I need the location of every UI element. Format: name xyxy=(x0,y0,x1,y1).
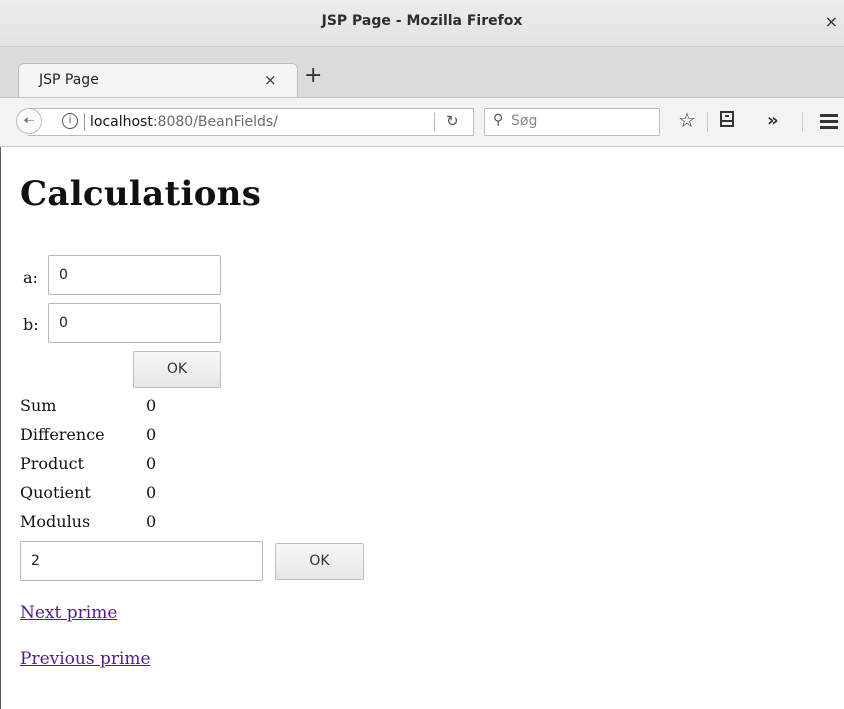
tab-label: JSP Page xyxy=(39,72,99,88)
back-icon[interactable]: 🠠 xyxy=(16,108,42,134)
nav-bar: i localhost:8080/BeanFields/ ↻ 🠠 ⚲ Søg ☆… xyxy=(0,97,844,147)
result-label-product: Product xyxy=(20,454,84,473)
library-icon[interactable] xyxy=(720,111,734,127)
previous-prime-link[interactable]: Previous prime xyxy=(20,649,151,669)
result-label-modulus: Modulus xyxy=(20,512,91,531)
field-a-input[interactable]: 0 xyxy=(48,255,221,295)
toolbar-separator xyxy=(707,112,708,132)
menu-icon[interactable] xyxy=(820,114,838,129)
window-title: JSP Page - Mozilla Firefox xyxy=(321,13,523,29)
url-separator xyxy=(84,113,85,131)
url-host: localhost xyxy=(90,114,153,130)
prime-input[interactable]: 2 xyxy=(20,541,263,581)
next-prime-link[interactable]: Next prime xyxy=(20,603,117,623)
url-text[interactable]: localhost:8080/BeanFields/ xyxy=(90,114,278,130)
star-icon[interactable]: ☆ xyxy=(678,108,696,132)
toolbar-separator xyxy=(802,112,803,132)
url-bar[interactable]: i localhost:8080/BeanFields/ ↻ xyxy=(28,108,474,136)
field-a-label: a: xyxy=(23,268,38,287)
result-label-sum: Sum xyxy=(20,396,57,415)
tab-close-icon[interactable]: × xyxy=(264,71,277,89)
reload-icon[interactable]: ↻ xyxy=(446,112,459,130)
info-icon[interactable]: i xyxy=(62,113,78,129)
result-value-difference: 0 xyxy=(146,425,157,444)
result-value-quotient: 0 xyxy=(146,483,157,502)
tab-strip: JSP Page × + xyxy=(0,47,844,97)
result-label-difference: Difference xyxy=(20,425,105,444)
url-path: :8080/BeanFields/ xyxy=(152,114,278,130)
field-b-input[interactable]: 0 xyxy=(48,303,221,343)
field-b-label: b: xyxy=(23,315,39,334)
search-icon: ⚲ xyxy=(493,112,504,128)
search-input[interactable]: ⚲ Søg xyxy=(484,108,660,136)
title-bar: JSP Page - Mozilla Firefox × xyxy=(0,0,844,47)
result-value-modulus: 0 xyxy=(146,512,157,531)
search-placeholder: Søg xyxy=(511,113,538,129)
ok-button[interactable]: OK xyxy=(133,351,221,388)
page-title: Calculations xyxy=(20,174,262,214)
new-tab-icon[interactable]: + xyxy=(304,65,322,87)
tab-jsp-page[interactable]: JSP Page × xyxy=(18,63,298,97)
result-value-product: 0 xyxy=(146,454,157,473)
overflow-icon[interactable]: » xyxy=(767,110,779,131)
page-content: Calculations a: 0 b: 0 OK Sum 0 Differen… xyxy=(20,148,840,708)
result-label-quotient: Quotient xyxy=(20,483,91,502)
result-value-sum: 0 xyxy=(146,396,157,415)
window-close-icon[interactable]: × xyxy=(825,12,838,31)
prime-ok-button[interactable]: OK xyxy=(275,543,364,580)
reload-separator xyxy=(434,113,435,131)
